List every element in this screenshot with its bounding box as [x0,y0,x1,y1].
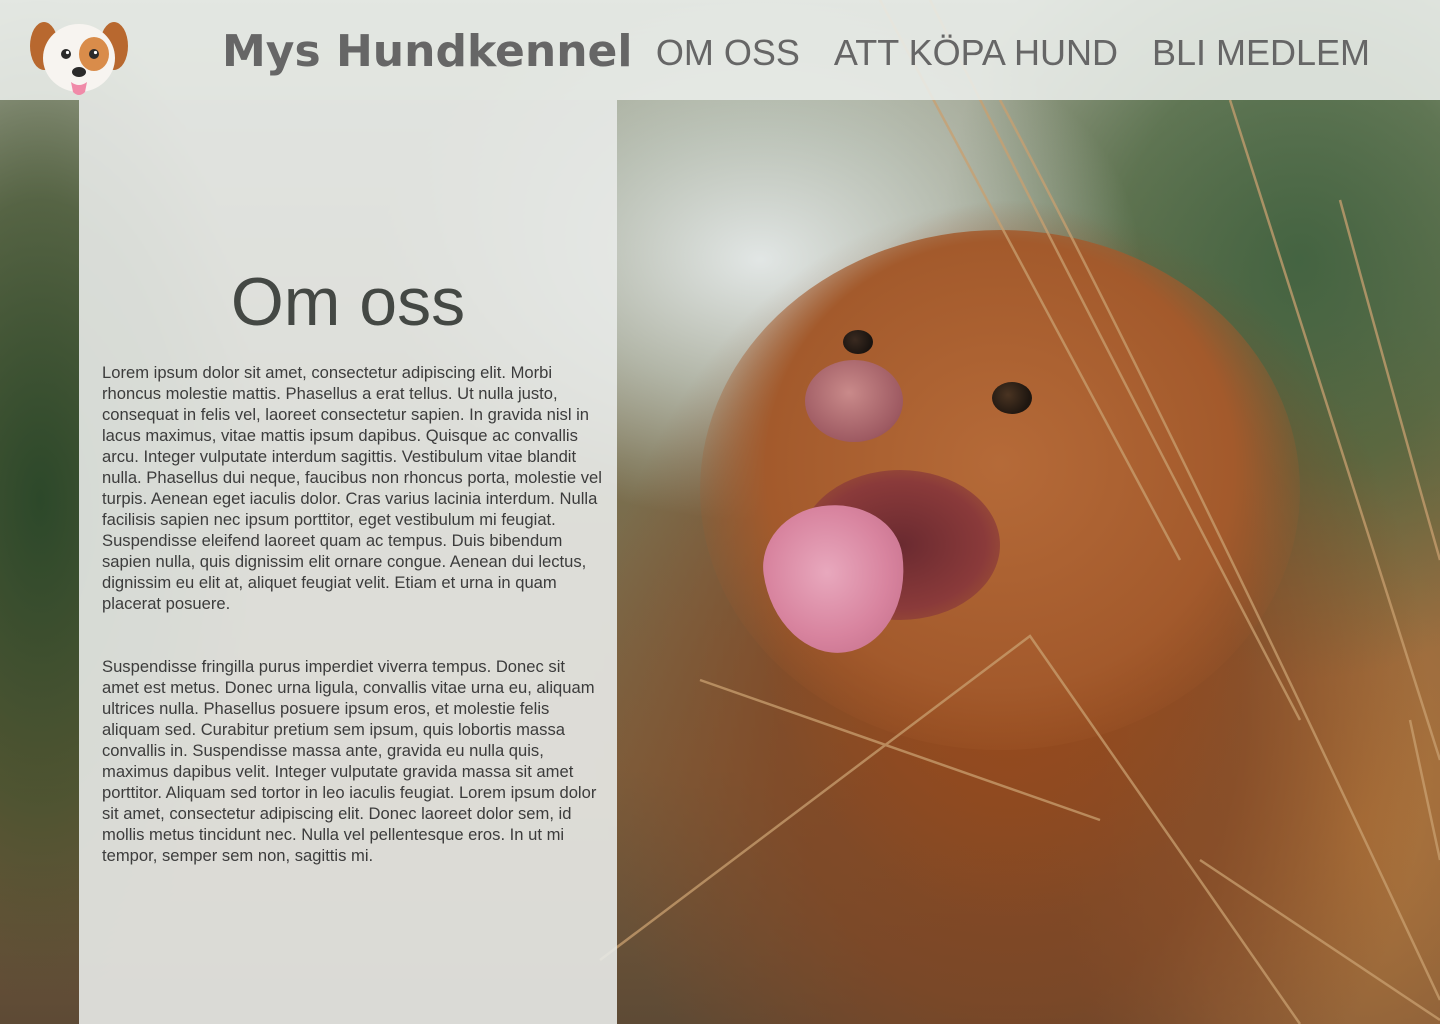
dog-eye-right [992,382,1032,414]
site-title[interactable]: Mys Hundkennel [222,26,632,77]
page-title: Om oss [230,264,466,340]
about-paragraph-1: Lorem ipsum dolor sit amet, consectetur … [102,363,602,613]
nav-link-bli-medlem[interactable]: BLI MEDLEM [1152,32,1370,74]
dog-face-icon[interactable] [30,14,128,98]
nav-link-att-kopa-hund[interactable]: ATT KÖPA HUND [834,32,1118,74]
dog-nose [805,360,903,442]
main-nav: OM OSS ATT KÖPA HUND BLI MEDLEM [656,32,1370,74]
page: Mys Hundkennel OM OSS ATT KÖPA HUND BLI … [0,0,1440,1024]
nav-link-om-oss[interactable]: OM OSS [656,32,800,74]
dog-head [700,230,1300,750]
site-header: Mys Hundkennel OM OSS ATT KÖPA HUND BLI … [0,0,1440,100]
about-panel: Om oss Lorem ipsum dolor sit amet, conse… [79,100,617,1024]
dog-eye-left [843,330,873,354]
about-paragraph-2: Suspendisse fringilla purus imperdiet vi… [102,657,597,865]
